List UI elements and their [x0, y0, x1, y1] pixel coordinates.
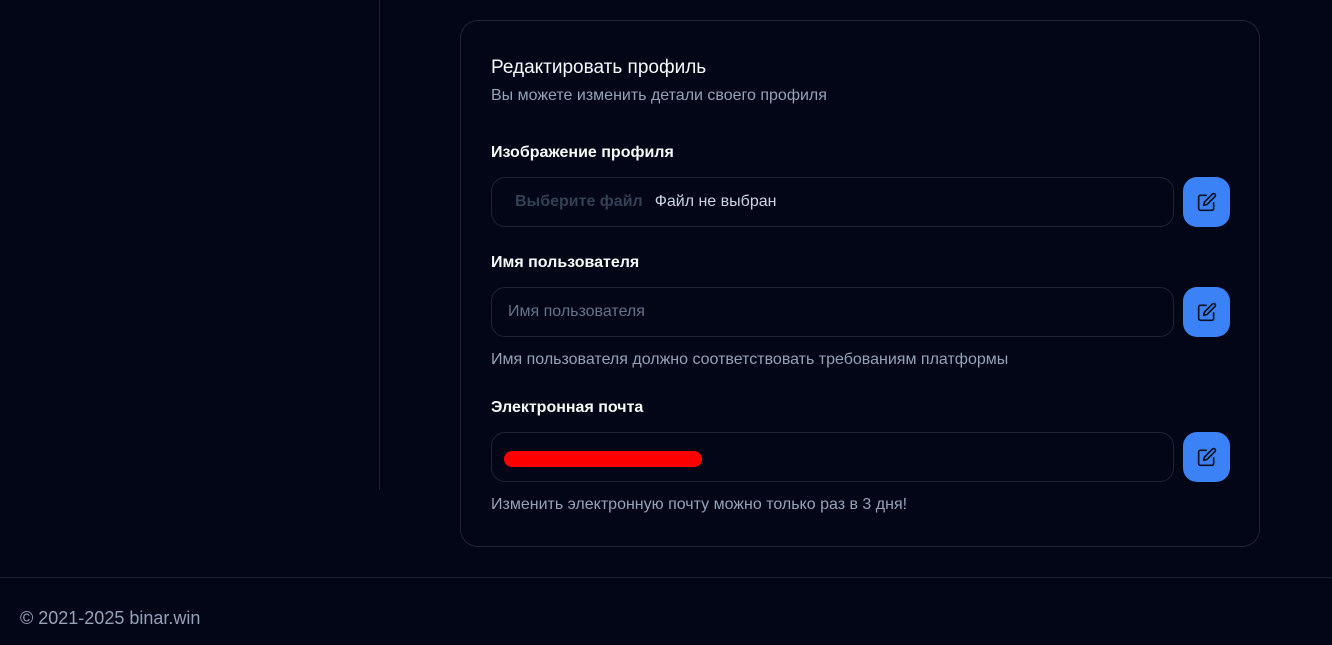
edit-email-button[interactable]	[1183, 432, 1230, 482]
pencil-square-icon	[1197, 302, 1216, 322]
edit-username-button[interactable]	[1183, 287, 1230, 337]
footer-copyright: © 2021-2025 binar.win	[20, 608, 201, 628]
email-redaction-mark	[504, 451, 702, 467]
avatar-field-label: Изображение профиля	[491, 144, 674, 161]
edit-profile-card: Редактировать профиль Вы можете изменить…	[460, 20, 1260, 547]
email-field-label: Электронная почта	[491, 399, 644, 416]
pencil-square-icon	[1197, 447, 1216, 467]
file-status-text: Файл не выбран	[654, 193, 777, 210]
pencil-square-icon	[1197, 192, 1216, 212]
username-helper-text: Имя пользователя должно соответствовать …	[491, 351, 1009, 368]
sidebar-divider	[379, 0, 380, 490]
choose-file-button[interactable]: Выберите файл	[515, 193, 643, 211]
card-subtitle: Вы можете изменить детали своего профиля	[491, 87, 827, 104]
username-field-label: Имя пользователя	[491, 254, 640, 271]
email-field[interactable]	[491, 432, 1174, 482]
email-helper-text: Изменить электронную почту можно только …	[491, 496, 908, 513]
avatar-file-input[interactable]: Выберите файл Файл не выбран	[491, 177, 1174, 227]
username-field[interactable]	[491, 287, 1174, 337]
card-title: Редактировать профиль	[491, 57, 707, 78]
username-input[interactable]	[492, 288, 1173, 336]
footer-divider	[0, 577, 1332, 578]
edit-avatar-button[interactable]	[1183, 177, 1230, 227]
